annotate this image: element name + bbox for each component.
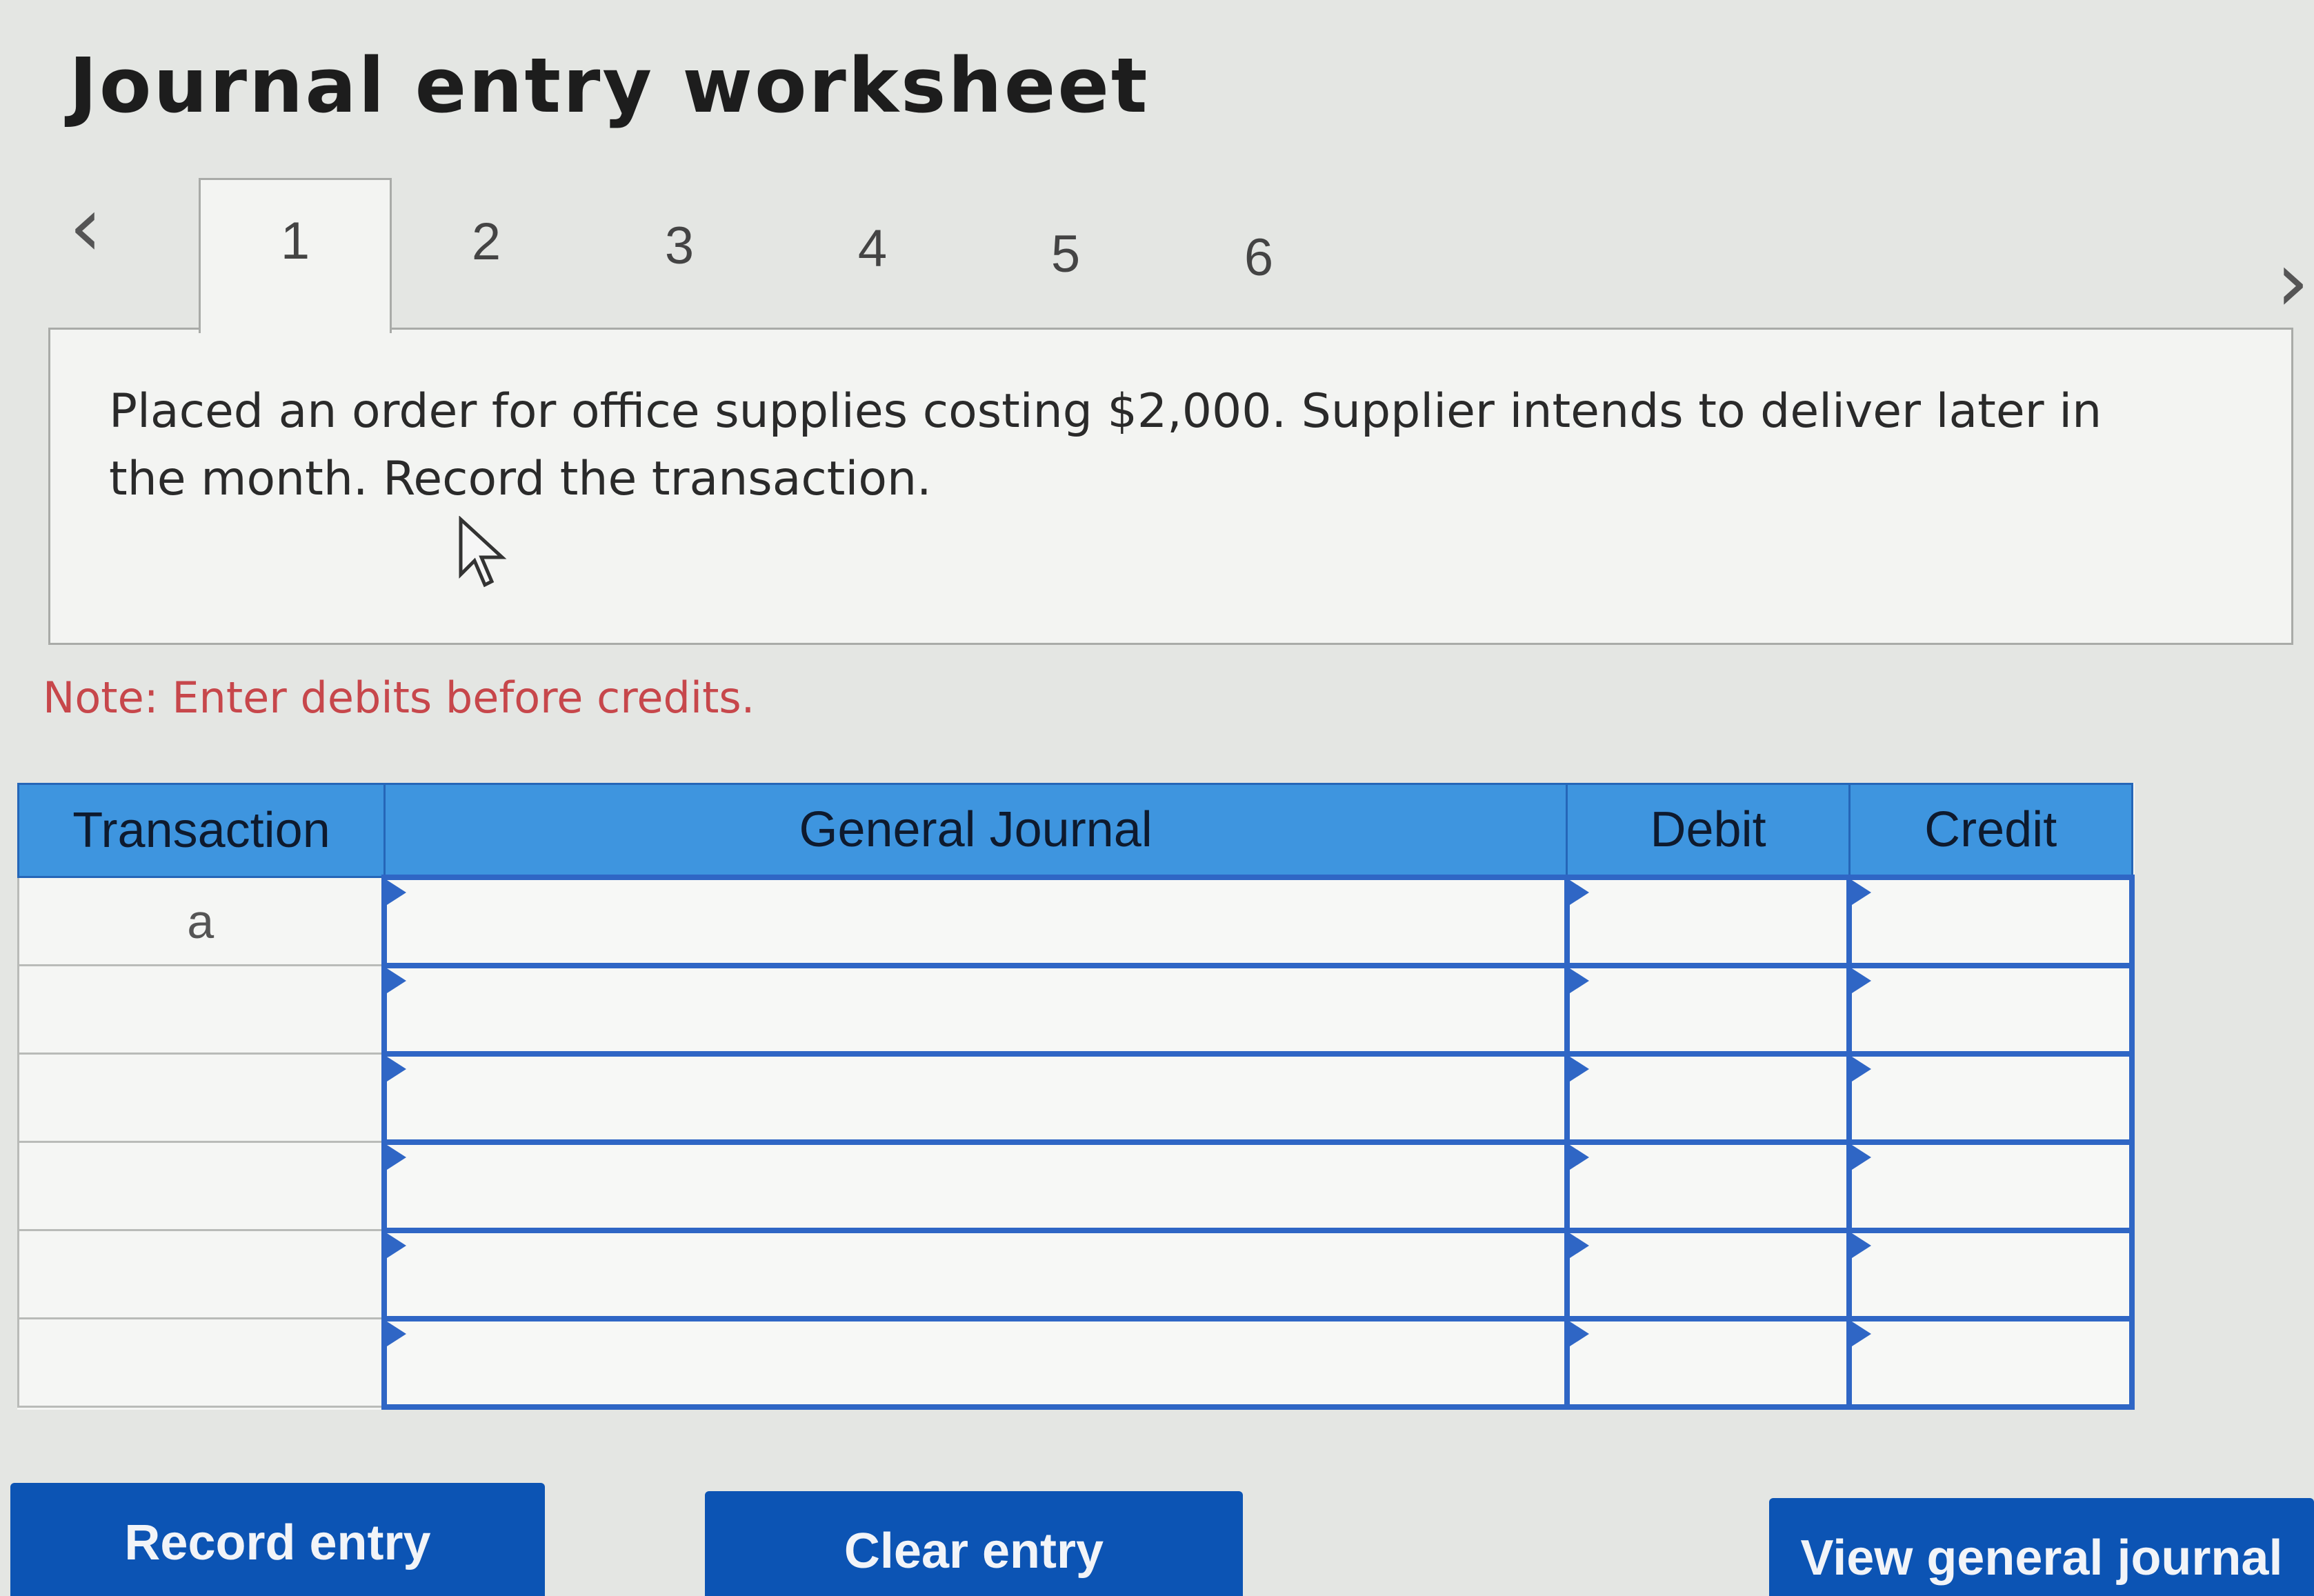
tab-6[interactable]: 6: [1162, 197, 1355, 348]
credit-input[interactable]: [1846, 962, 2135, 1057]
general-journal-input[interactable]: [381, 874, 1570, 968]
transaction-cell: [17, 964, 386, 1055]
credit-input[interactable]: [1846, 1315, 2135, 1410]
credit-input[interactable]: [1846, 874, 2135, 968]
mouse-cursor-icon: [459, 516, 507, 588]
journal-worksheet-page: Journal entry worksheet ‹ 1 2 3 4 5 6 › …: [0, 0, 2314, 1596]
tab-2[interactable]: 2: [390, 181, 583, 332]
header-transaction: Transaction: [17, 783, 386, 878]
tab-5[interactable]: 5: [969, 193, 1162, 345]
header-debit: Debit: [1566, 783, 1851, 878]
transaction-cell: a: [17, 876, 386, 966]
entry-note: Note: Enter debits before credits.: [43, 672, 755, 723]
debit-input[interactable]: [1564, 1139, 1853, 1233]
credit-input[interactable]: [1846, 1227, 2135, 1321]
prompt-text: Placed an order for office supplies cost…: [109, 384, 2102, 506]
general-journal-input[interactable]: [381, 1315, 1570, 1410]
debit-input[interactable]: [1564, 1050, 1853, 1145]
table-row: [17, 1139, 2135, 1233]
chevron-right-icon[interactable]: ›: [2276, 241, 2309, 324]
table-header-row: Transaction General Journal Debit Credit: [17, 783, 2133, 878]
table-row: [17, 1050, 2135, 1145]
transaction-cell: [17, 1229, 386, 1319]
debit-input[interactable]: [1564, 962, 1853, 1057]
transaction-cell: [17, 1317, 386, 1408]
transaction-cell: [17, 1053, 386, 1143]
table-row: [17, 1315, 2135, 1410]
debit-input[interactable]: [1564, 874, 1853, 968]
tab-4[interactable]: 4: [776, 188, 969, 339]
table-row: [17, 1227, 2135, 1321]
table-row: [17, 962, 2135, 1057]
page-title: Journal entry worksheet: [69, 41, 1150, 130]
transaction-prompt: Placed an order for office supplies cost…: [48, 328, 2293, 645]
transaction-cell: [17, 1141, 386, 1231]
debit-input[interactable]: [1564, 1227, 1853, 1321]
general-journal-input[interactable]: [381, 1139, 1570, 1233]
header-general-journal: General Journal: [383, 783, 1568, 878]
view-general-journal-button[interactable]: View general journal: [1769, 1498, 2314, 1596]
journal-table: Transaction General Journal Debit Credit…: [17, 783, 2135, 1410]
clear-entry-button[interactable]: Clear entry: [705, 1491, 1243, 1596]
general-journal-input[interactable]: [381, 1227, 1570, 1321]
credit-input[interactable]: [1846, 1139, 2135, 1233]
tab-3[interactable]: 3: [583, 185, 776, 337]
tab-1[interactable]: 1: [199, 178, 392, 333]
general-journal-input[interactable]: [381, 962, 1570, 1057]
credit-input[interactable]: [1846, 1050, 2135, 1145]
record-entry-button[interactable]: Record entry: [10, 1483, 545, 1596]
debit-input[interactable]: [1564, 1315, 1853, 1410]
chevron-left-icon[interactable]: ‹: [69, 186, 102, 269]
general-journal-input[interactable]: [381, 1050, 1570, 1145]
header-credit: Credit: [1848, 783, 2133, 878]
table-row: a: [17, 874, 2135, 968]
